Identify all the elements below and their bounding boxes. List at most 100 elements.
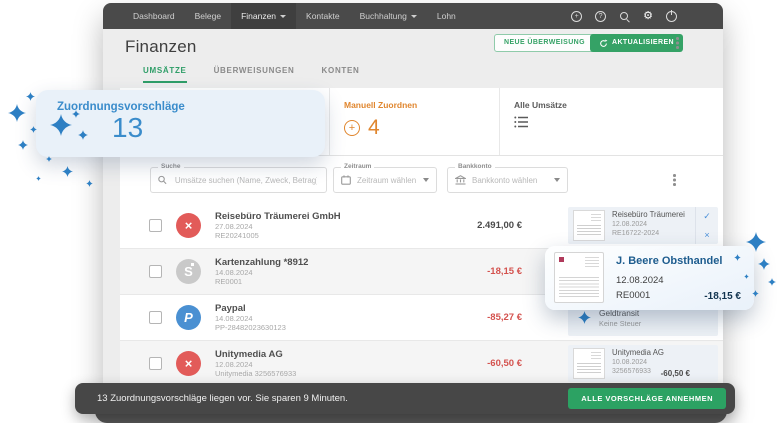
row-checkbox[interactable]: [149, 265, 162, 278]
row-checkbox[interactable]: [149, 311, 162, 324]
search-icon[interactable]: [619, 11, 630, 22]
period-select[interactable]: Zeitraum Zeitraum wählen: [333, 167, 437, 193]
suggestion-amount: -60,50 €: [661, 369, 690, 378]
nav-item-finanzen[interactable]: Finanzen: [231, 3, 296, 29]
unmatched-x-icon: ×: [176, 351, 201, 376]
all-transactions-label: Alle Umsätze: [514, 100, 723, 110]
filter-more-menu-icon[interactable]: [673, 174, 676, 177]
transaction-amount: -85,27 €: [440, 312, 522, 323]
transaction-amount: -60,50 €: [440, 358, 522, 369]
table-row[interactable]: × Reisebüro Träumerei GmbH 27.08.2024 RE…: [120, 203, 723, 249]
sparkle-icon: [8, 104, 26, 122]
transaction-name: Paypal: [215, 303, 440, 314]
floating-suggestion-card[interactable]: J. Beere Obsthandel 12.08.2024 RE0001 -1…: [545, 246, 754, 310]
p-glyph: P: [184, 310, 193, 325]
nav-item-buchhaltung[interactable]: Buchhaltung: [350, 3, 427, 29]
card-amount: -18,15 €: [704, 291, 741, 302]
row-checkbox[interactable]: [149, 219, 162, 232]
search-field-label: Suche: [158, 163, 184, 170]
plus-circle-icon[interactable]: +: [344, 120, 360, 136]
bottom-bar-message: 13 Zuordnungsvorschläge liegen vor. Sie …: [97, 383, 348, 414]
transaction-name: Kartenzahlung *8912: [215, 257, 440, 268]
tab-ueberweisungen[interactable]: ÜBERWEISUNGEN: [214, 66, 295, 83]
page-title: Finanzen: [125, 37, 197, 57]
sparkle-icon: [752, 290, 759, 297]
s-glyph: S: [184, 264, 193, 279]
card-reference: RE0001: [616, 290, 650, 301]
chevron-down-icon: [554, 178, 560, 182]
nav-item-lohn[interactable]: Lohn: [427, 3, 466, 29]
transaction-reference: PP-28482023630123: [215, 323, 440, 333]
search-input[interactable]: [173, 175, 319, 186]
suggestions-callout[interactable]: Zuordnungsvorschläge 13: [36, 90, 325, 157]
sparkle-icon: [72, 110, 80, 118]
sparkle-icon: [50, 114, 72, 136]
period-select-label: Zeitraum: [341, 163, 374, 170]
nav-item-belege[interactable]: Belege: [185, 3, 231, 29]
sparkle-icon: [746, 232, 766, 252]
plus-circle-icon[interactable]: +: [571, 11, 582, 22]
nav-label: Buchhaltung: [360, 11, 407, 21]
accept-all-suggestions-button[interactable]: ALLE VORSCHLÄGE ANNEHMEN: [568, 388, 726, 409]
reject-suggestion-icon[interactable]: ×: [696, 226, 718, 245]
sparkle-icon: [18, 140, 28, 150]
tab-bar: UMSÄTZE ÜBERWEISUNGEN KONTEN: [143, 66, 360, 83]
suggestion-reference: RE16722-2024: [612, 229, 685, 238]
top-navbar: Dashboard Belege Finanzen Kontakte Buchh…: [103, 3, 723, 29]
sparkle-icon: [744, 274, 749, 279]
suggestion-reference: 3256576933: [612, 367, 664, 376]
tab-konten[interactable]: KONTEN: [322, 66, 360, 83]
sparkle-icon: [734, 254, 741, 261]
nav-label: Kontakte: [306, 11, 340, 21]
transaction-name: Unitymedia AG: [215, 349, 440, 360]
power-icon[interactable]: [666, 11, 677, 22]
gear-icon[interactable]: ⚙: [643, 11, 653, 22]
nav-label: Dashboard: [133, 11, 175, 21]
sparkle-icon: [62, 166, 73, 177]
manual-assign-count: 4: [368, 116, 380, 140]
receipt-logo: [559, 257, 564, 262]
suggestion-name: Reisebüro Träumerei: [612, 210, 685, 220]
help-circle-icon[interactable]: ?: [595, 11, 606, 22]
transaction-date: 12.08.2024: [215, 360, 440, 370]
refresh-icon: [599, 39, 608, 48]
bottom-action-bar: 13 Zuordnungsvorschläge liegen vor. Sie …: [75, 383, 735, 414]
card-date: 12.08.2024: [616, 275, 664, 286]
sparkle-icon: [768, 278, 776, 286]
refresh-button-label: AKTUALISIEREN: [612, 34, 674, 52]
refresh-button[interactable]: AKTUALISIEREN: [590, 34, 683, 52]
manual-assign-label: Manuell Zuordnen: [344, 100, 499, 110]
suggestion-date: 10.08.2024: [612, 358, 664, 367]
bank-icon: [455, 175, 466, 185]
nav-item-dashboard[interactable]: Dashboard: [123, 3, 185, 29]
suggestion-date: 12.08.2024: [612, 220, 685, 229]
app-window: Dashboard Belege Finanzen Kontakte Buchh…: [103, 3, 723, 423]
nav-item-kontakte[interactable]: Kontakte: [296, 3, 350, 29]
receipt-thumbnail: [554, 252, 604, 303]
suggestion-card[interactable]: Unitymedia AG 10.08.2024 3256576933 -60,…: [568, 345, 718, 382]
stat-cell-manual-assign[interactable]: Manuell Zuordnen + 4: [330, 88, 500, 155]
transaction-reference: Unitymedia 3256576933: [215, 369, 440, 379]
stat-cell-all-transactions[interactable]: Alle Umsätze: [500, 88, 723, 155]
bank-account-select[interactable]: Bankkonto Bankkonto wählen: [447, 167, 568, 193]
search-field[interactable]: Suche: [150, 167, 327, 193]
new-transfer-button[interactable]: NEUE ÜBERWEISUNG: [494, 34, 595, 52]
paypal-icon: P: [176, 305, 201, 330]
accept-suggestion-icon[interactable]: ✓: [696, 207, 718, 226]
sparkle-icon: [78, 130, 88, 140]
chevron-down-icon: [280, 15, 286, 18]
screenshot-stage: Dashboard Belege Finanzen Kontakte Buchh…: [0, 0, 780, 423]
bank-account-select-value: Bankkonto wählen: [472, 176, 548, 185]
tab-umsaetze[interactable]: UMSÄTZE: [143, 66, 187, 83]
transaction-date: 14.08.2024: [215, 268, 440, 278]
sparkle-icon: [46, 156, 52, 162]
bank-account-select-label: Bankkonto: [455, 163, 495, 170]
transaction-date: 27.08.2024: [215, 222, 440, 232]
header-more-menu-icon[interactable]: [676, 37, 679, 40]
row-checkbox[interactable]: [149, 357, 162, 370]
nav-label: Finanzen: [241, 11, 276, 21]
callout-count: 13: [112, 112, 143, 144]
suggestion-card[interactable]: Reisebüro Träumerei 12.08.2024 RE16722-2…: [568, 207, 718, 244]
transaction-amount: 2.491,00 €: [440, 220, 522, 231]
table-row[interactable]: × Unitymedia AG 12.08.2024 Unitymedia 32…: [120, 341, 723, 387]
